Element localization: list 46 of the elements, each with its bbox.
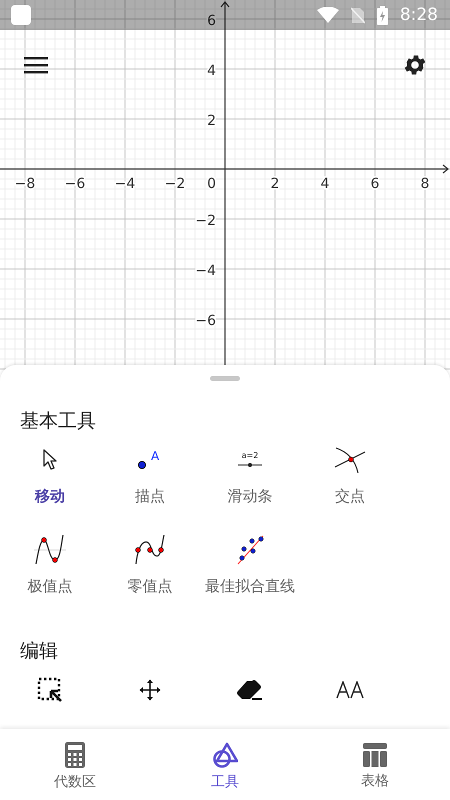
- no-sim-icon: [350, 6, 365, 24]
- axis-label: 6: [207, 13, 216, 29]
- clock: 8:28: [400, 5, 438, 25]
- axis-label: 4: [320, 176, 330, 192]
- axis-label: 6: [370, 176, 380, 192]
- tool-button[interactable]: 交点: [300, 443, 400, 521]
- nav-tab[interactable]: 工具: [150, 729, 300, 800]
- axis-label: −6: [195, 313, 216, 329]
- axis-label: −4: [114, 176, 136, 192]
- nav-tab[interactable]: 表格: [300, 729, 450, 800]
- pointer-arrow-icon: [42, 448, 58, 472]
- axis-label: −6: [64, 176, 86, 192]
- tool-button[interactable]: 极值点: [0, 533, 100, 611]
- drag-handle[interactable]: [210, 376, 240, 381]
- triangle-circle-icon: [212, 742, 238, 768]
- axis-label: 4: [207, 63, 216, 79]
- curve-roots-icon: [134, 534, 166, 566]
- nav-tab[interactable]: 代数区: [0, 729, 150, 800]
- fit-line-icon: [236, 535, 264, 565]
- section-title: 基本工具: [20, 409, 97, 434]
- axis-label: −2: [164, 176, 186, 192]
- letters-icon: [336, 681, 364, 699]
- wifi-icon: [316, 7, 339, 23]
- axis-label: −8: [14, 176, 36, 192]
- table-icon: [363, 743, 387, 767]
- axis-label: −4: [195, 263, 216, 279]
- axis-label: −2: [195, 213, 216, 229]
- four-way-arrow-icon: [138, 678, 162, 702]
- axis-label: 0: [207, 176, 216, 192]
- dashed-selection-icon: [37, 677, 63, 703]
- curve-extremum-icon: [34, 534, 66, 566]
- intersection-icon: [334, 446, 366, 474]
- battery-charging-icon: [376, 6, 388, 24]
- menu-icon[interactable]: [24, 56, 48, 74]
- section-title: 编辑: [20, 639, 59, 664]
- axis-label: 8: [420, 176, 430, 192]
- tool-button[interactable]: 零值点: [100, 533, 200, 611]
- eraser-icon: [236, 679, 264, 701]
- tool-button[interactable]: 移动: [0, 443, 100, 521]
- app-icon: [10, 4, 32, 26]
- axis-label: 2: [270, 176, 280, 192]
- axis-label: 2: [207, 113, 216, 129]
- calculator-icon: [65, 742, 85, 768]
- tool-button[interactable]: a=2 滑动条: [200, 443, 300, 521]
- tool-button[interactable]: 最佳拟合直线: [200, 533, 300, 611]
- tool-button[interactable]: A 描点: [100, 443, 200, 521]
